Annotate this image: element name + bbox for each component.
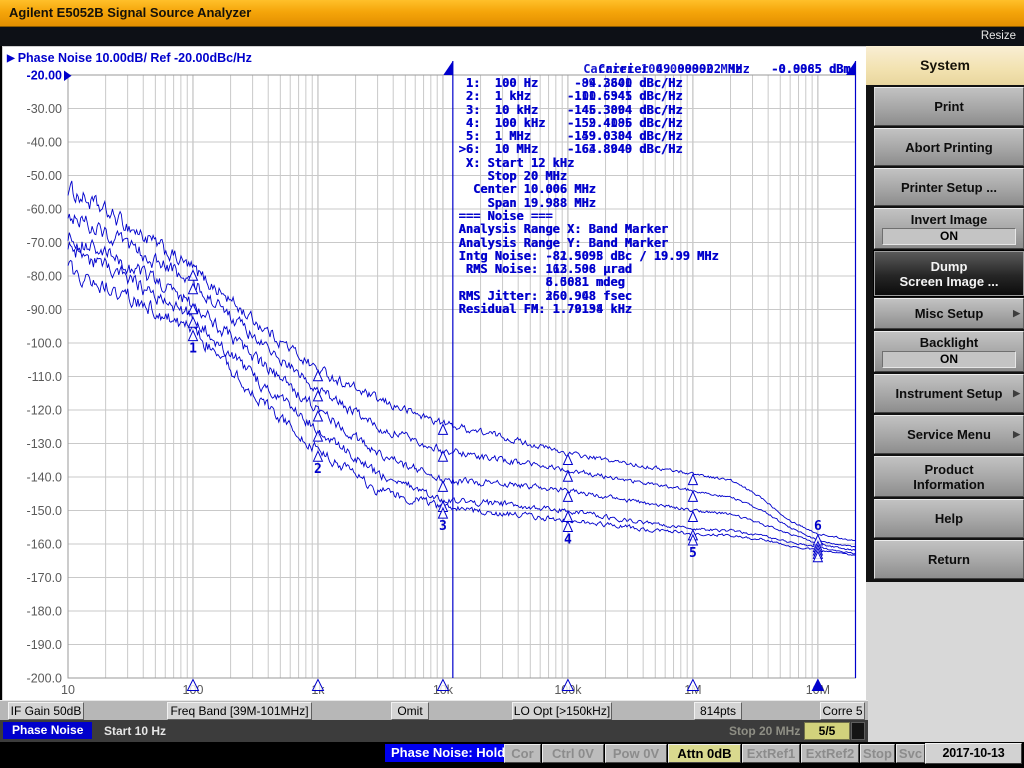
carrier-readout: Carrier 49.999902 MHz -0.9985 dBm Carrie… (455, 63, 853, 77)
softkey-service-menu[interactable]: Service Menu ▶ (874, 415, 1024, 454)
top-strip: Resize (0, 27, 1024, 46)
screen: Agilent E5052B Signal Source Analyzer Re… (0, 0, 1024, 768)
softkey-label: Product (924, 462, 973, 477)
softkey-label: Print (934, 99, 964, 114)
indicator-ctrl: Ctrl 0V (542, 744, 604, 763)
datetime-display: 2017-10-13 17:13 (925, 743, 1022, 764)
menu-header: System (866, 46, 1024, 85)
measurement-status-badge[interactable]: Phase Noise: Hold (385, 744, 511, 762)
field-freq-band[interactable]: Freq Band [39M-101MHz] (167, 702, 312, 720)
carrier-readout-layer-b: Carrier 100.000002 MHz -0.0065 dBm (583, 63, 850, 76)
softkey-label: Return (928, 552, 970, 567)
softkey-label: Information (913, 477, 985, 492)
softkey-return[interactable]: Return (874, 540, 1024, 579)
resize-control[interactable]: Resize (981, 30, 1016, 42)
average-counter: 5/5 (804, 722, 850, 740)
menu-buttons: Print Abort Printing Printer Setup ... Inve… (866, 87, 1024, 579)
indicator-svc: Svc (896, 744, 925, 763)
softkey-print[interactable]: Print (874, 87, 1024, 126)
submenu-arrow-icon: ▶ (1013, 426, 1020, 441)
window-title: Agilent E5052B Signal Source Analyzer (9, 5, 251, 20)
field-omit[interactable]: Omit (391, 702, 429, 720)
softkey-label: Instrument Setup (896, 386, 1003, 401)
softkey-label: Dump (931, 259, 968, 274)
submenu-arrow-icon: ▶ (1013, 305, 1020, 320)
softkey-value-backlight: ON (882, 351, 1016, 368)
softkey-instrument-setup[interactable]: Instrument Setup ▶ (874, 374, 1024, 413)
trace-scale-label: Phase Noise 10.00dB/ Ref -20.00dBc/Hz (18, 51, 252, 65)
window-title-bar: Agilent E5052B Signal Source Analyzer (0, 0, 1024, 27)
softkey-menu: System Print Abort Printing Printer Setup … (866, 46, 1024, 742)
softkey-invert-image[interactable]: Invert ImageON (874, 208, 1024, 249)
indicator-pow: Pow 0V (605, 744, 667, 763)
indicator-stop: Stop (860, 744, 895, 763)
field-lo-opt[interactable]: LO Opt [>150kHz] (512, 702, 612, 720)
softkey-label: Printer Setup ... (901, 180, 997, 195)
softkey-label: Screen Image ... (900, 274, 999, 289)
indicator-attn: Attn 0dB (668, 744, 741, 763)
softkey-label: Backlight (920, 335, 979, 350)
softkey-value-invert-image: ON (882, 228, 1016, 245)
softkey-abort-printing[interactable]: Abort Printing (874, 128, 1024, 166)
softkey-label: Misc Setup (915, 306, 984, 321)
softkey-backlight[interactable]: BacklightON (874, 331, 1024, 372)
start-frequency-label: Start 10 Hz (104, 724, 166, 738)
softkey-label: Invert Image (911, 212, 988, 227)
softkey-help[interactable]: Help (874, 499, 1024, 538)
submenu-arrow-icon: ▶ (1013, 385, 1020, 400)
phase-noise-tab[interactable]: Phase Noise (3, 722, 92, 739)
status-bar-trace: Phase Noise Start 10 Hz Stop 20 MHz 5/5 (0, 720, 868, 742)
instrument-status-bar: Phase Noise: Hold CorCtrl 0VPow 0VAttn 0… (0, 742, 1024, 766)
indicator-extref2: ExtRef2 (801, 744, 859, 763)
indicator-cor: Cor (504, 744, 541, 763)
softkey-label: Service Menu (907, 427, 991, 442)
softkey-dump-screen-image[interactable]: DumpScreen Image ... (874, 251, 1024, 296)
stop-frequency-label: Stop 20 MHz (729, 724, 800, 738)
status-bar-measurement: IF Gain 50dB Freq Band [39M-101MHz] Omit LO… (0, 700, 868, 721)
field-correction[interactable]: Corre 5 (820, 702, 865, 720)
field-points[interactable]: 814pts (694, 702, 742, 720)
softkey-label: Abort Printing (905, 140, 992, 155)
counter-indicator-box (851, 722, 865, 740)
marker-readout-layer-b: 1: 100 Hz -89.2841 dBc/Hz 2: 1 kHz -111.… (459, 77, 719, 316)
trace-marker-icon: ▶ (7, 53, 15, 64)
softkey-label: Help (935, 511, 963, 526)
softkey-misc-setup[interactable]: Misc Setup ▶ (874, 298, 1024, 329)
indicator-extref1: ExtRef1 (742, 744, 800, 763)
softkey-menu-column: System Print Abort Printing Printer Setup … (866, 46, 1024, 582)
plot-window (2, 46, 868, 701)
field-if-gain[interactable]: IF Gain 50dB (8, 702, 84, 720)
trace-settings-label[interactable]: ▶Phase Noise 10.00dB/ Ref -20.00dBc/Hz (7, 51, 252, 65)
softkey-printer-setup[interactable]: Printer Setup ... (874, 168, 1024, 206)
softkey-product-information[interactable]: ProductInformation (874, 456, 1024, 497)
